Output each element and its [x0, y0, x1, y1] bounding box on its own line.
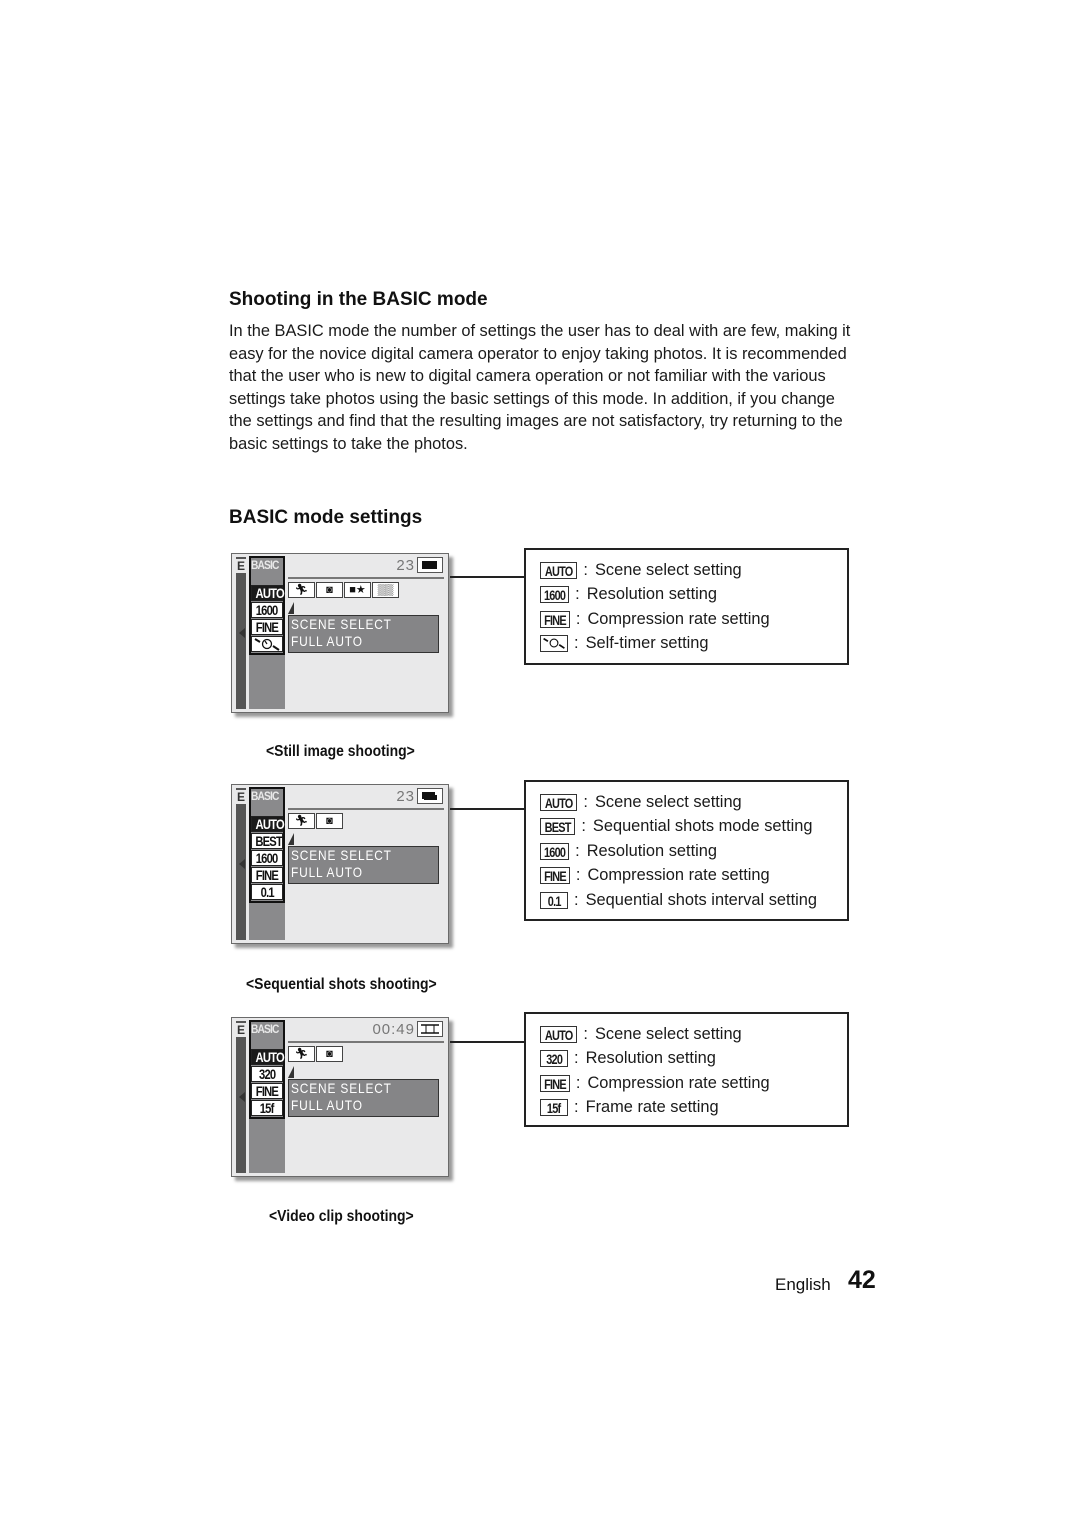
legend-badge: FINE [540, 867, 570, 885]
legend-item: AUTO: Scene select setting [540, 790, 847, 815]
left-arrow-icon [239, 1092, 245, 1102]
legend-item: FINE: Compression rate setting [540, 864, 847, 889]
lcd-screen-video: E BASIC AUTO 320 FINE 15f 00:49 🏃︎ ◙ SCE… [231, 1017, 449, 1177]
portrait-icon: ◙ [316, 582, 343, 598]
legend-item: BEST: Sequential shots mode setting [540, 815, 847, 840]
lcd-divider [288, 808, 444, 810]
single-shot-icon [417, 557, 443, 573]
setting-resolution: 1600 [251, 850, 283, 866]
legend-badge: 1600 [540, 842, 570, 860]
pointer-notch [288, 833, 294, 845]
legend-item: FINE: Compression rate setting [540, 607, 847, 632]
left-arrow-icon [239, 859, 245, 869]
sports-icon: 🏃︎ [288, 582, 315, 598]
setting-scene: AUTO [251, 816, 285, 832]
setting-resolution: 320 [251, 1066, 283, 1082]
scene-icon-row: 🏃︎ ◙ [288, 1046, 344, 1062]
pointer-notch [288, 602, 294, 614]
landscape-icon: ▒▒ [372, 582, 399, 598]
sports-icon: 🏃︎ [288, 1046, 315, 1062]
legend-badge: 320 [540, 1050, 568, 1068]
setting-scene: AUTO [251, 585, 285, 601]
caption-video: <Video clip shooting> [269, 1208, 414, 1225]
legend-item: 1600: Resolution setting [540, 583, 847, 608]
lcd-e-label: E [236, 1023, 246, 1037]
connector-line [450, 808, 525, 810]
legend-item: AUTO: Scene select setting [540, 1022, 847, 1047]
intro-paragraph: In the BASIC mode the number of settings… [229, 322, 851, 453]
legend-still: AUTO: Scene select setting 1600: Resolutio… [524, 548, 849, 665]
legend-badge: AUTO [540, 561, 578, 579]
lcd-divider [288, 577, 444, 579]
lcd-e-label: E [236, 559, 246, 573]
scene-select-box: SCENE SELECT FULL AUTO [288, 846, 439, 884]
legend-item: : Self-timer setting [540, 632, 847, 657]
legend-item: 1600: Resolution setting [540, 839, 847, 864]
legend-badge: 15f [540, 1099, 568, 1117]
lcd-screen-sequential: E BASIC AUTO BEST 1600 FINE 0.1 23 🏃︎ ◙ … [231, 784, 449, 944]
legend-badge: AUTO [540, 1025, 578, 1043]
scene-icon-row: 🏃︎ ◙ [288, 813, 344, 829]
legend-video: AUTO: Scene select setting 320: Resolution… [524, 1012, 849, 1127]
legend-item: 320: Resolution setting [540, 1047, 847, 1072]
person-star-icon: ■★ [344, 582, 371, 598]
self-timer-icon [251, 636, 283, 652]
caption-still: <Still image shooting> [266, 743, 415, 760]
shots-remaining: 23 [396, 788, 415, 805]
lcd-divider [288, 1041, 444, 1043]
setting-scene: AUTO [251, 1049, 285, 1065]
legend-badge: 1600 [540, 586, 570, 604]
connector-line [450, 1041, 525, 1043]
portrait-icon: ◙ [316, 1046, 343, 1062]
legend-sequential: AUTO: Scene select setting BEST: Sequentia… [524, 780, 849, 921]
scene-icon-row: 🏃︎ ◙ ■★ ▒▒ [288, 582, 400, 598]
sequential-shots-icon [417, 788, 443, 804]
scene-select-box: SCENE SELECT FULL AUTO [288, 615, 439, 653]
lcd-e-label: E [236, 790, 246, 804]
legend-item: 15f: Frame rate setting [540, 1096, 847, 1121]
shots-remaining: 23 [396, 557, 415, 574]
setting-compression: FINE [251, 867, 283, 883]
pointer-notch [288, 1066, 294, 1078]
legend-badge: FINE [540, 1074, 570, 1092]
caption-sequential: <Sequential shots shooting> [246, 976, 437, 993]
setting-resolution: 1600 [251, 602, 283, 618]
legend-item: 0.1: Sequential shots interval setting [540, 888, 847, 913]
lcd-screen-still: E BASIC AUTO 1600 FINE 23 🏃︎ ◙ ■★ ▒▒ SCE… [231, 553, 449, 713]
legend-badge: FINE [540, 610, 570, 628]
legend-item: AUTO: Scene select setting [540, 558, 847, 583]
setting-compression: FINE [251, 1083, 283, 1099]
legend-badge: BEST [540, 818, 576, 836]
left-arrow-icon [239, 628, 245, 638]
legend-item: FINE: Compression rate setting [540, 1071, 847, 1096]
setting-compression: FINE [251, 619, 283, 635]
setting-interval: 0.1 [251, 884, 283, 900]
recording-time: 00:49 [372, 1021, 415, 1038]
footer-language: English [775, 1275, 831, 1294]
subsection-heading: BASIC mode settings [229, 507, 423, 528]
legend-badge: AUTO [540, 793, 578, 811]
page-number: 42 [848, 1266, 876, 1294]
setting-sequence-mode: BEST [251, 833, 283, 849]
scene-select-box: SCENE SELECT FULL AUTO [288, 1079, 439, 1117]
connector-line [450, 576, 525, 578]
section-heading: Shooting in the BASIC mode [229, 289, 488, 310]
legend-badge: 0.1 [540, 891, 568, 909]
sports-icon: 🏃︎ [288, 813, 315, 829]
self-timer-icon [540, 635, 568, 653]
setting-frame-rate: 15f [251, 1100, 283, 1116]
film-icon [417, 1021, 443, 1037]
portrait-icon: ◙ [316, 813, 343, 829]
